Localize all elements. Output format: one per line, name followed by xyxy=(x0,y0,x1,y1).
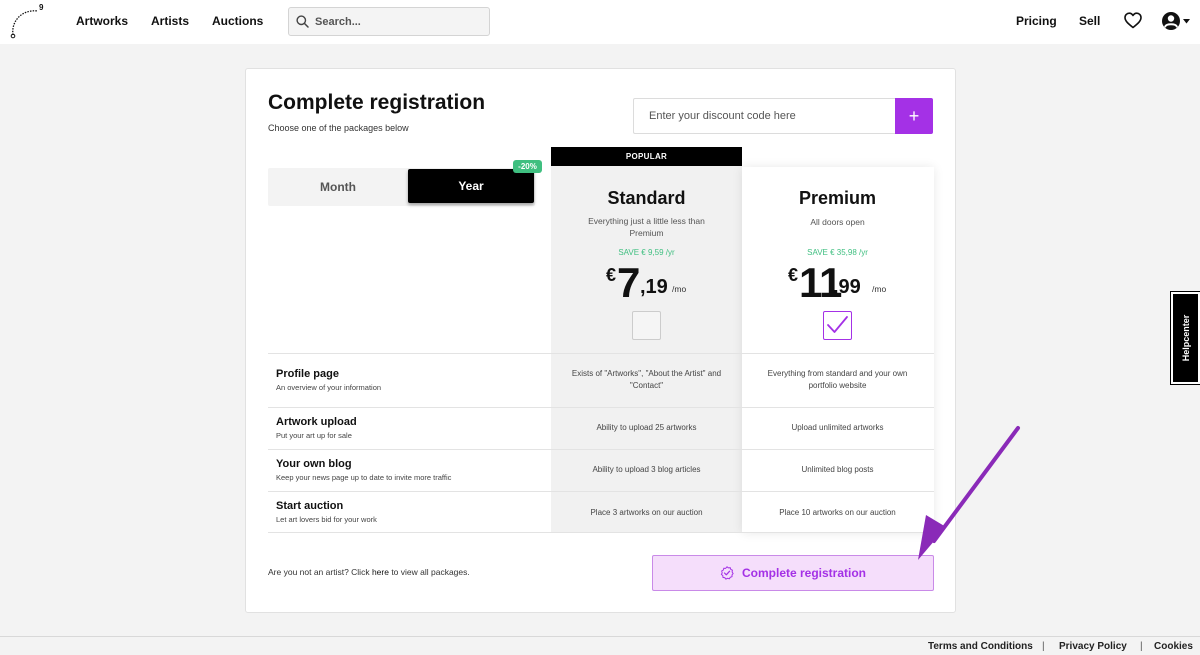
premium-feature-value: Place 10 artworks on our auction xyxy=(779,508,896,517)
top-navigation-bar: 9 Artworks Artists Auctions Pricing Sell xyxy=(0,0,1200,44)
standard-price-period: /mo xyxy=(672,284,687,294)
search-icon xyxy=(296,15,309,28)
footer-separator: | xyxy=(1140,641,1143,652)
premium-plan-description: All doors open xyxy=(810,217,865,227)
add-discount-button[interactable]: + xyxy=(895,98,933,134)
badge-check-icon xyxy=(720,566,734,580)
helpcenter-tab[interactable]: Helpcenter xyxy=(1170,291,1200,385)
table-bottom-divider xyxy=(268,532,934,533)
standard-feature-value: Place 3 artworks on our auction xyxy=(590,508,703,517)
footer-link-privacy[interactable]: Privacy Policy xyxy=(1059,641,1127,652)
non-artist-note: Are you not an artist? Click here to vie… xyxy=(268,567,470,577)
premium-feature-value: Upload unlimited artworks xyxy=(791,423,884,432)
toggle-month-option[interactable]: Month xyxy=(268,168,408,206)
complete-registration-label: Complete registration xyxy=(741,566,867,580)
heart-icon[interactable] xyxy=(1124,12,1142,29)
premium-price-cents: ,99 xyxy=(833,276,861,298)
standard-plan-savings: SAVE € 9,59 /yr xyxy=(618,248,675,257)
popular-badge: POPULAR xyxy=(551,147,742,166)
page-title: Complete registration xyxy=(268,91,486,114)
helpcenter-label: Helpcenter xyxy=(1180,314,1191,362)
checkmark-icon xyxy=(827,316,848,333)
nav-link-auctions[interactable]: Auctions xyxy=(212,14,263,28)
nav-link-pricing[interactable]: Pricing xyxy=(1016,14,1057,28)
footer-separator: | xyxy=(1042,641,1045,652)
feature-title: Start auction xyxy=(276,500,344,512)
standard-feature-value: Exists of "Artworks", "About the Artist"… xyxy=(571,369,722,390)
premium-plan-savings: SAVE € 35,98 /yr xyxy=(807,248,868,257)
standard-price-cents: ,19 xyxy=(640,276,668,298)
complete-registration-button[interactable]: Complete registration xyxy=(652,555,934,591)
feature-title: Your own blog xyxy=(276,458,352,470)
feature-subtitle: An overview of your information xyxy=(276,383,382,392)
premium-feature-value: Everything from standard and your own po… xyxy=(767,369,908,390)
page-footer: Terms and Conditions | Privacy Policy | … xyxy=(0,636,1200,655)
page-subtitle: Choose one of the packages below xyxy=(268,123,409,133)
year-discount-badge: -20% xyxy=(513,160,542,173)
feature-row-profile-page: Profile page An overview of your informa… xyxy=(268,353,934,407)
search-input[interactable] xyxy=(315,8,485,35)
user-avatar-icon xyxy=(1162,12,1180,30)
nav-link-artists[interactable]: Artists xyxy=(151,14,189,28)
premium-price-period: /mo xyxy=(872,284,887,294)
feature-subtitle: Keep your news page up to date to invite… xyxy=(276,473,452,482)
standard-price-whole: 7 xyxy=(617,259,640,306)
premium-plan-checkbox[interactable] xyxy=(823,311,852,340)
registration-card: Complete registration Choose one of the … xyxy=(245,68,956,613)
billing-period-toggle: Month Year -20% xyxy=(268,160,542,206)
premium-feature-value: Unlimited blog posts xyxy=(801,465,874,474)
standard-plan-checkbox[interactable] xyxy=(632,311,661,340)
premium-price-currency: € xyxy=(788,265,799,285)
chevron-down-icon xyxy=(1183,19,1190,24)
standard-plan-name: Standard xyxy=(607,188,686,208)
standard-plan-description: Everything just a little less than Premi… xyxy=(588,216,705,238)
feature-title: Artwork upload xyxy=(276,416,357,428)
footer-link-terms[interactable]: Terms and Conditions xyxy=(928,641,1033,652)
logo-mark: 9 xyxy=(39,3,44,12)
toggle-year-option[interactable]: Year xyxy=(408,169,534,203)
search-box xyxy=(288,7,490,36)
non-artist-note-text: Are you not an artist? Click xyxy=(268,567,372,577)
account-menu[interactable] xyxy=(1161,11,1191,33)
standard-feature-value: Ability to upload 3 blog articles xyxy=(592,465,701,474)
standard-plan-price: € 7 ,19 /mo xyxy=(606,259,706,309)
nav-link-artworks[interactable]: Artworks xyxy=(76,14,128,28)
nav-link-sell[interactable]: Sell xyxy=(1079,14,1100,28)
view-all-packages-link[interactable]: here xyxy=(372,567,389,577)
non-artist-note-text-end: to view all packages. xyxy=(388,567,470,577)
footer-link-cookies[interactable]: Cookies xyxy=(1154,641,1193,652)
feature-subtitle: Let art lovers bid for your work xyxy=(276,515,377,524)
standard-price-currency: € xyxy=(606,265,617,285)
feature-subtitle: Put your art up for sale xyxy=(276,431,352,440)
feature-title: Profile page xyxy=(276,368,339,380)
feature-row-start-auction: Start auction Let art lovers bid for you… xyxy=(268,491,934,532)
premium-plan-price: € 11 ,99 /mo xyxy=(788,259,898,309)
feature-row-own-blog: Your own blog Keep your news page up to … xyxy=(268,449,934,491)
discount-code-input[interactable] xyxy=(633,98,895,134)
premium-plan-name: Premium xyxy=(798,188,877,208)
feature-row-artwork-upload: Artwork upload Put your art up for sale … xyxy=(268,407,934,449)
standard-feature-value: Ability to upload 25 artworks xyxy=(596,423,697,432)
